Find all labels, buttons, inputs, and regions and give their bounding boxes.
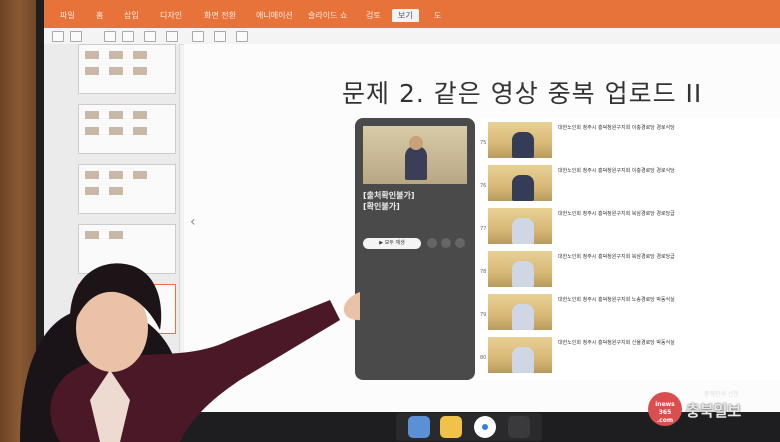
watermark-tagline: 충북인의 신문: [704, 391, 740, 398]
video-thumbnail: [363, 126, 467, 184]
apps-grid-icon[interactable]: [508, 416, 530, 438]
video-thumbnail: [488, 251, 552, 287]
share-icon[interactable]: [441, 238, 451, 248]
watermark-logo: inews 365 .com: [648, 392, 682, 426]
tab-design[interactable]: 디자인: [160, 10, 182, 21]
watermark-name: 충북일보: [686, 402, 742, 420]
list-item[interactable]: 77 대한노인회 청주시 흥덕청원구지회 북삼경로당 경로당급: [480, 206, 740, 246]
layout-icon[interactable]: [166, 31, 178, 42]
save-icon[interactable]: [427, 238, 437, 248]
print-icon[interactable]: [144, 31, 156, 42]
more-icon[interactable]: [455, 238, 465, 248]
tab-home[interactable]: 홈: [96, 10, 103, 21]
toolbar: [44, 28, 780, 45]
taskbar: [396, 413, 542, 441]
shape-icon[interactable]: [192, 31, 204, 42]
list-item[interactable]: 75 대한노인회 청주시 흥덕청원구지회 이충경로당 경로식당: [480, 120, 740, 160]
notes-icon[interactable]: [440, 416, 462, 438]
list-item[interactable]: 76 대한노인회 청주시 흥덕청원구지회 이충경로당 경로식당: [480, 163, 740, 203]
tab-insert[interactable]: 삽입: [124, 10, 139, 21]
chrome-icon[interactable]: [474, 416, 496, 438]
ribbon-bar: 파일 홈 삽입 디자인 화면 전환 애니메이션 슬라이드 쇼 검토 보기 도: [44, 0, 780, 28]
phone-video-title: [출처확인불가] [확인불가]: [363, 191, 415, 211]
tab-review[interactable]: 검토: [366, 10, 381, 21]
table-icon[interactable]: [214, 31, 226, 42]
tab-more[interactable]: 도: [434, 10, 441, 21]
image-icon[interactable]: [236, 31, 248, 42]
list-item[interactable]: 79 대한노인회 청주시 흥덕청원구지회 노송경로당 박동식실: [480, 292, 740, 332]
redo-icon[interactable]: [122, 31, 134, 42]
tab-slideshow[interactable]: 슬라이드 쇼: [308, 10, 347, 21]
files-icon[interactable]: [408, 416, 430, 438]
video-thumbnail: [488, 337, 552, 373]
video-thumbnail: [488, 165, 552, 201]
video-list: 75 대한노인회 청주시 흥덕청원구지회 이충경로당 경로식당 76 대한노인회…: [480, 118, 780, 380]
slide-thumbnail[interactable]: [78, 164, 176, 214]
play-all-button[interactable]: ▶ 모두 재생: [363, 238, 421, 249]
tab-transitions[interactable]: 화면 전환: [204, 10, 236, 21]
phone-screenshot: [출처확인불가] [확인불가] ▶ 모두 재생: [355, 118, 475, 380]
open-icon[interactable]: [70, 31, 82, 42]
chevron-left-icon[interactable]: ‹: [190, 214, 196, 230]
tab-file[interactable]: 파일: [60, 10, 75, 21]
tab-view[interactable]: 보기: [392, 9, 419, 22]
slide-thumbnail[interactable]: [78, 44, 176, 94]
slide-thumbnail[interactable]: [78, 104, 176, 154]
video-thumbnail: [488, 208, 552, 244]
presenter: [20, 263, 360, 442]
tab-animations[interactable]: 애니메이션: [256, 10, 293, 21]
list-item[interactable]: 78 대한노인회 청주시 흥덕청원구지회 북삼경로당 경로당급: [480, 249, 740, 289]
undo-icon[interactable]: [104, 31, 116, 42]
video-thumbnail: [488, 122, 552, 158]
slide-title: 문제 2. 같은 영상 중복 업로드 II: [342, 79, 703, 108]
new-icon[interactable]: [52, 31, 64, 42]
list-item[interactable]: 80 대한노인회 청주시 흥덕청원구지회 신율경로당 박동식실: [480, 335, 740, 375]
video-thumbnail: [488, 294, 552, 330]
